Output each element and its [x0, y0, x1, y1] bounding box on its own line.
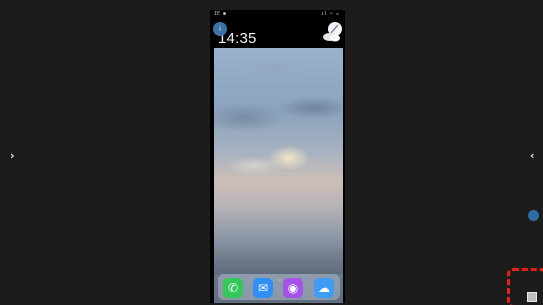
side-indicator-icon[interactable]: [528, 210, 539, 221]
weather-widget-icon[interactable]: [322, 21, 344, 43]
expand-icon[interactable]: [527, 292, 537, 302]
phone-app-icon[interactable]: ✆: [223, 278, 243, 298]
weather-app-icon[interactable]: ☁: [314, 278, 334, 298]
page-indicator[interactable]: [270, 266, 301, 281]
phone-screen: IE ● ıl ⌔ ▭ 14:35 i ✆ ✉ ◉ ☁: [210, 10, 345, 303]
status-right-indicators: ıl ⌔ ▭: [320, 11, 339, 17]
previous-arrow-icon[interactable]: ›: [10, 150, 15, 162]
app-dock: ✆ ✉ ◉ ☁: [218, 274, 340, 300]
viewer-stage: › ‹ IE ● ıl ⌔ ▭ 14:35 i ✆ ✉ ◉ ☁: [0, 0, 543, 305]
podcasts-app-icon[interactable]: ◉: [283, 278, 303, 298]
status-left-indicators: IE ●: [214, 11, 227, 17]
highlight-box: [507, 268, 543, 305]
mail-app-icon[interactable]: ✉: [253, 278, 273, 298]
next-arrow-icon[interactable]: ‹: [530, 150, 535, 162]
assistive-touch-icon[interactable]: i: [213, 22, 227, 36]
